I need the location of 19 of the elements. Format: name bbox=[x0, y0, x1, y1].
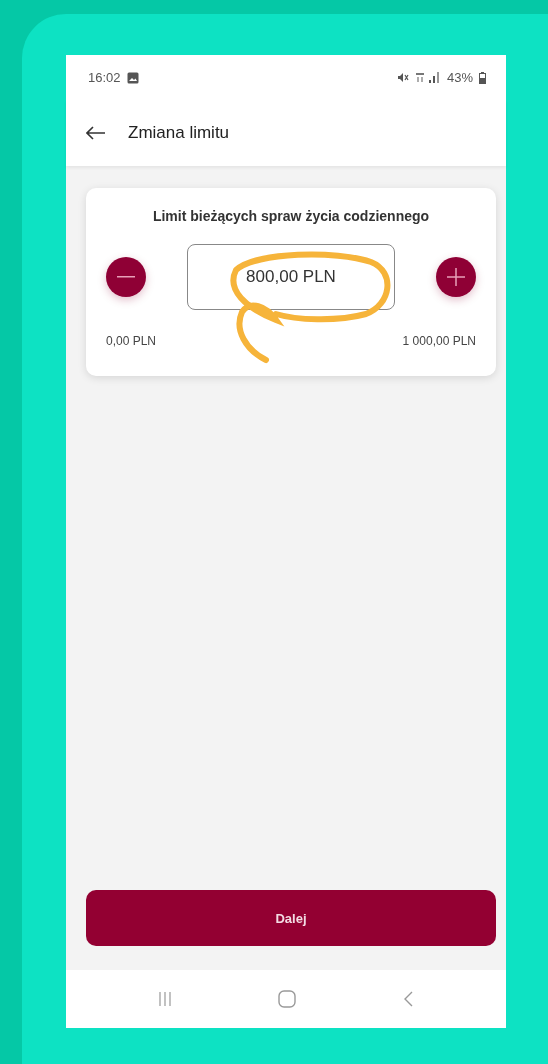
image-icon bbox=[126, 71, 139, 84]
battery-level: 43% bbox=[446, 70, 473, 85]
signal-icon bbox=[414, 72, 441, 83]
min-amount: 0,00 PLN bbox=[106, 334, 157, 348]
minus-icon bbox=[117, 276, 135, 278]
increase-button[interactable] bbox=[436, 257, 476, 297]
home-icon[interactable] bbox=[278, 990, 296, 1008]
battery-icon bbox=[479, 71, 486, 84]
mute-icon bbox=[396, 72, 409, 83]
next-button[interactable]: Dalej bbox=[86, 890, 496, 946]
decrease-button[interactable] bbox=[106, 257, 146, 297]
plus-icon bbox=[447, 268, 465, 286]
limit-title: Limit bieżących spraw życia codziennego bbox=[151, 208, 431, 224]
screen-title: Zmiana limitu bbox=[128, 123, 230, 143]
back-arrow-icon[interactable] bbox=[86, 126, 106, 140]
max-amount: 1 000,00 PLN bbox=[402, 334, 476, 348]
limit-amount-field[interactable]: 800,00 PLN bbox=[187, 244, 395, 310]
back-icon[interactable] bbox=[402, 991, 413, 1007]
status-time: 16:02 bbox=[88, 70, 121, 85]
